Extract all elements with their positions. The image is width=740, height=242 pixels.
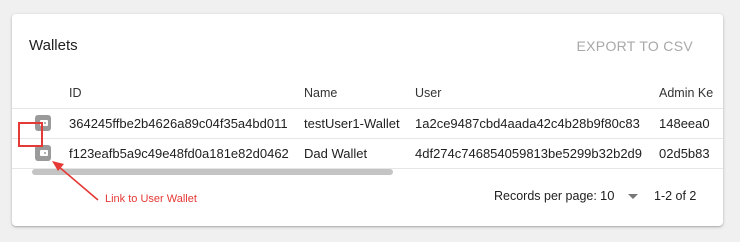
wallet-icon-dot <box>44 122 46 124</box>
column-header-admin-key[interactable]: Admin Ke <box>659 78 713 108</box>
column-header-id[interactable]: ID <box>69 78 82 108</box>
wallets-table: ID Name User Admin Ke 364245ffbe2b4626a8… <box>12 78 723 169</box>
cell-admin-key: 148eea0 <box>659 116 710 131</box>
dropdown-arrow-icon[interactable] <box>628 194 638 199</box>
cell-name: testUser1-Wallet <box>304 116 400 131</box>
annotation-highlight-box <box>18 122 43 147</box>
column-header-user[interactable]: User <box>415 78 441 108</box>
table-row: 364245ffbe2b4626a89c04f35a4bd011 testUse… <box>12 109 723 139</box>
cell-user: 1a2ce9487cbd4aada42c4b28b9f80c83 <box>415 116 640 131</box>
wallet-icon-dot <box>44 152 46 154</box>
table-row: f123eafb5a9c49e48fd0a181e82d0462 Dad Wal… <box>12 139 723 169</box>
horizontal-scrollbar[interactable] <box>32 169 393 175</box>
cell-user: 4df274c746854059813be5299b32b2d9 <box>415 146 643 161</box>
annotation-label: Link to User Wallet <box>105 193 197 205</box>
export-to-csv-button[interactable]: EXPORT TO CSV <box>577 38 693 54</box>
card-title: Wallets <box>29 37 78 54</box>
cell-admin-key: 02d5b83 <box>659 146 710 161</box>
cell-name: Dad Wallet <box>304 146 368 161</box>
pagination-range: 1-2 of 2 <box>654 189 697 203</box>
cell-id: f123eafb5a9c49e48fd0a181e82d0462 <box>69 146 289 161</box>
rows-per-page-select[interactable]: 10 <box>600 186 614 206</box>
rows-per-page-label: Records per page: <box>494 189 597 203</box>
table-header-row: ID Name User Admin Ke <box>12 78 723 109</box>
column-header-name[interactable]: Name <box>304 78 337 108</box>
cell-id: 364245ffbe2b4626a89c04f35a4bd011 <box>69 116 288 131</box>
link-to-user-wallet-button[interactable] <box>35 145 51 161</box>
